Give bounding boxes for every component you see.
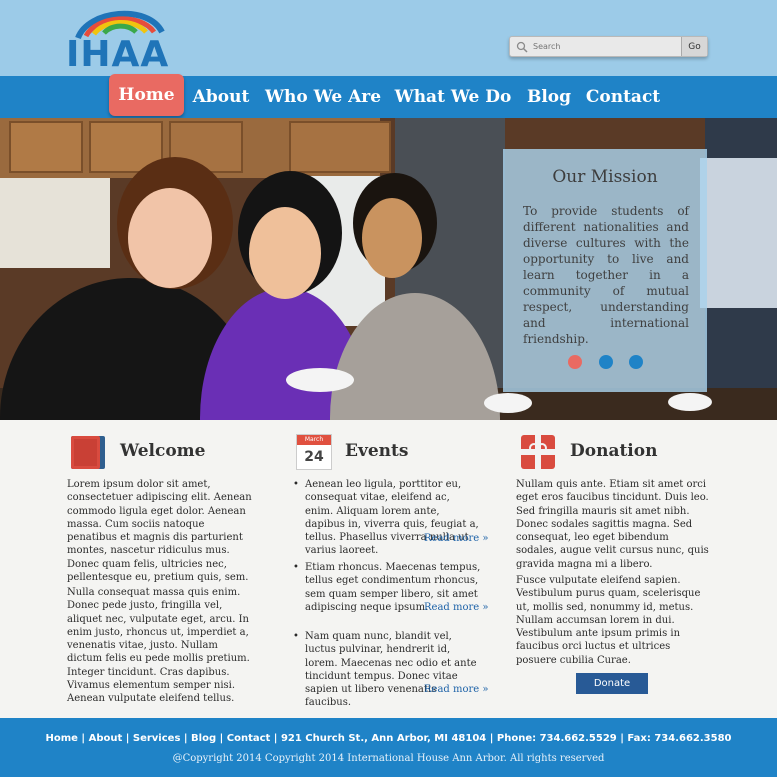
slider-dot-1[interactable] xyxy=(568,355,582,369)
event-text-1: Aenean leo ligula, porttitor eu, consequ… xyxy=(305,479,479,557)
footer-link-contact[interactable]: Contact xyxy=(227,733,271,744)
search-box: Go xyxy=(509,36,708,57)
event-read-more-1[interactable]: Read more » xyxy=(424,533,489,544)
donate-button[interactable]: Donate xyxy=(576,673,648,694)
slider-dot-3[interactable] xyxy=(629,355,643,369)
footer-link-about[interactable]: About xyxy=(89,733,123,744)
events-title: Events xyxy=(345,441,409,461)
welcome-title: Welcome xyxy=(120,441,206,461)
footer-fax: Fax: 734.662.3580 xyxy=(627,733,732,744)
slider-dot-2[interactable] xyxy=(599,355,613,369)
donation-title: Donation xyxy=(570,441,658,461)
mission-text: To provide students of different nationa… xyxy=(523,204,689,346)
site-footer: Home | About | Services | Blog | Contact… xyxy=(0,718,777,777)
ihaa-logo[interactable]: IHAA xyxy=(66,6,170,75)
event-text-3: Nam quam nunc, blandit vel, luctus pulvi… xyxy=(305,631,477,709)
mission-panel: Our Mission To provide students of diffe… xyxy=(503,149,707,392)
logo-text: IHAA xyxy=(66,34,170,75)
search-go-button[interactable]: Go xyxy=(681,37,707,56)
nav-item-what-we-do[interactable]: What We Do xyxy=(394,76,512,118)
bullet: • xyxy=(293,479,299,490)
footer-address: 921 Church St., Ann Arbor, MI 48104 xyxy=(280,733,487,744)
nav-item-about[interactable]: About xyxy=(190,76,252,118)
footer-copyright: @Copyright 2014 Copyright 2014 Internati… xyxy=(172,753,605,764)
search-input[interactable] xyxy=(528,37,678,56)
search-icon xyxy=(516,41,528,53)
calendar-month: March xyxy=(297,435,331,445)
bullet: • xyxy=(293,631,299,642)
nav-item-home[interactable]: Home xyxy=(109,74,184,116)
event-read-more-3[interactable]: Read more » xyxy=(424,684,489,695)
calendar-icon: March 24 xyxy=(296,434,332,470)
site-header: IHAA Go xyxy=(0,0,777,76)
gift-icon xyxy=(521,435,555,469)
welcome-paragraph-1: Lorem ipsum dolor sit amet, consectetuer… xyxy=(67,479,252,584)
bullet: • xyxy=(293,562,299,573)
event-read-more-2[interactable]: Read more » xyxy=(424,602,489,613)
footer-link-services[interactable]: Services xyxy=(133,733,181,744)
footer-link-home[interactable]: Home xyxy=(46,733,78,744)
main-nav: Home About Who We Are What We Do Blog Co… xyxy=(0,74,777,118)
book-icon xyxy=(71,436,105,469)
nav-item-contact[interactable]: Contact xyxy=(584,76,662,118)
mission-title: Our Mission xyxy=(552,167,658,187)
footer-phone: Phone: 734.662.5529 xyxy=(496,733,617,744)
nav-item-blog[interactable]: Blog xyxy=(523,76,575,118)
donation-paragraph-2: Fusce vulputate eleifend sapien. Vestibu… xyxy=(516,575,701,666)
hero-slider: Our Mission To provide students of diffe… xyxy=(0,118,777,420)
welcome-paragraph-2: Nulla consequat massa quis enim. Donec p… xyxy=(67,587,250,705)
calendar-day: 24 xyxy=(304,449,324,465)
event-item-1: • Aenean leo ligula, porttitor eu, conse… xyxy=(293,478,481,558)
footer-link-blog[interactable]: Blog xyxy=(191,733,216,744)
nav-item-who-we-are[interactable]: Who We Are xyxy=(262,76,384,118)
footer-links: Home | About | Services | Blog | Contact… xyxy=(45,733,732,744)
donation-paragraph-1: Nullam quis ante. Etiam sit amet orci eg… xyxy=(516,479,709,570)
event-item-3: • Nam quam nunc, blandit vel, luctus pul… xyxy=(293,630,481,710)
